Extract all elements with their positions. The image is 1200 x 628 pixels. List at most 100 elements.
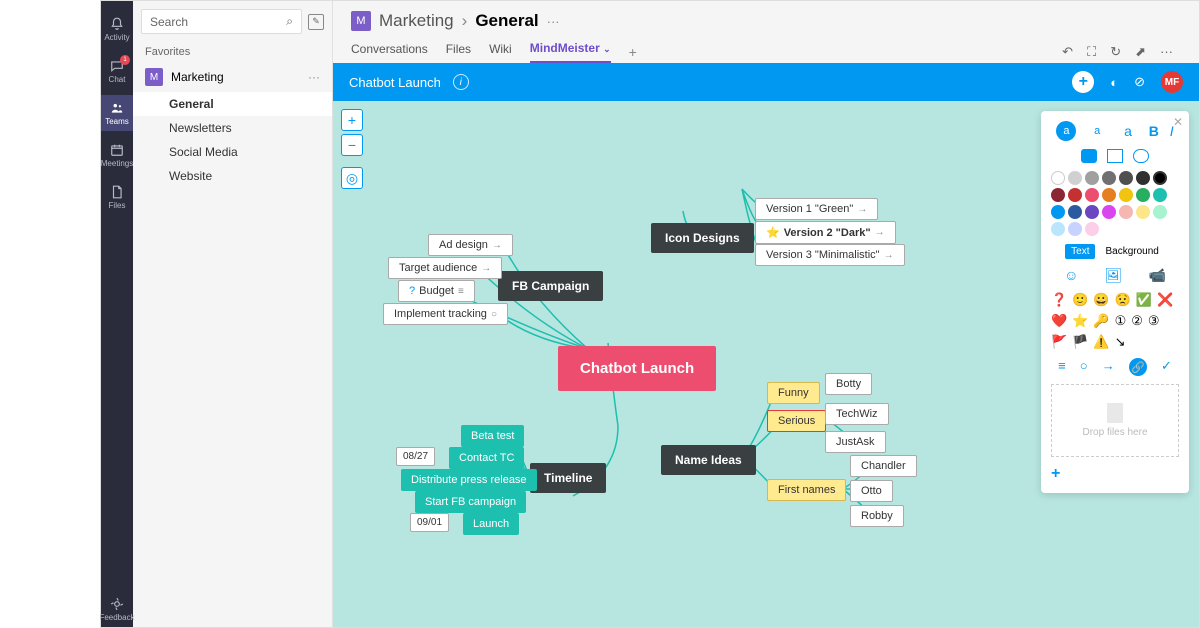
team-row[interactable]: M Marketing ···: [133, 62, 332, 92]
reply-icon[interactable]: ↶: [1062, 44, 1073, 60]
color-swatch[interactable]: [1153, 171, 1167, 185]
color-swatch[interactable]: [1068, 188, 1082, 202]
emoji-option[interactable]: ⭐: [1072, 313, 1088, 329]
emoji-option[interactable]: ❤️: [1051, 313, 1067, 329]
node-otto[interactable]: Otto: [850, 480, 893, 502]
popout-icon[interactable]: ⬈: [1135, 44, 1146, 60]
node-first-names[interactable]: First names: [767, 479, 846, 501]
emoji-option[interactable]: ⚠️: [1093, 334, 1109, 350]
node-techwiz[interactable]: TechWiz: [825, 403, 889, 425]
channel-more-icon[interactable]: ···: [547, 14, 560, 29]
file-drop-zone[interactable]: Drop files here: [1051, 384, 1179, 457]
emoji-option[interactable]: ❓: [1051, 292, 1067, 308]
node-serious[interactable]: Serious: [767, 410, 826, 432]
user-avatar[interactable]: MF: [1161, 71, 1183, 93]
font-size-med[interactable]: a: [1087, 121, 1107, 141]
tab-wiki[interactable]: Wiki: [489, 42, 512, 62]
node-botty[interactable]: Botty: [825, 373, 872, 395]
node-version-1[interactable]: Version 1 "Green"→: [755, 198, 878, 220]
font-size-large[interactable]: a: [1118, 121, 1138, 141]
node-timeline[interactable]: Timeline: [530, 463, 606, 493]
node-start-fb[interactable]: Start FB campaign: [415, 491, 526, 513]
rail-files[interactable]: Files: [101, 179, 133, 215]
node-contact-tc[interactable]: Contact TC: [449, 447, 524, 469]
node-funny[interactable]: Funny: [767, 382, 820, 404]
shape-rect[interactable]: [1107, 149, 1123, 163]
mindmap-canvas[interactable]: + − ◎ Chatbot Launch FB Campaign Ad desi…: [333, 101, 1199, 627]
channel-newsletters[interactable]: Newsletters: [133, 116, 332, 140]
font-size-small[interactable]: a: [1056, 121, 1076, 141]
node-date-1[interactable]: 08/27: [396, 447, 435, 466]
emoji-option[interactable]: ❌: [1157, 292, 1173, 308]
video-icon[interactable]: 📹: [1148, 267, 1165, 284]
color-swatch[interactable]: [1102, 188, 1116, 202]
rail-chat[interactable]: Chat 1: [101, 53, 133, 89]
rel-arrow-icon[interactable]: →: [1102, 358, 1115, 376]
close-icon[interactable]: ✕: [1173, 115, 1183, 129]
node-justask[interactable]: JustAsk: [825, 431, 886, 453]
color-swatch[interactable]: [1068, 222, 1082, 236]
color-swatch[interactable]: [1102, 205, 1116, 219]
rel-circle-icon[interactable]: ○: [1080, 358, 1088, 376]
rail-meetings[interactable]: Meetings: [101, 137, 133, 173]
emoji-option[interactable]: ✅: [1136, 292, 1152, 308]
emoji-option[interactable]: 😟: [1115, 292, 1131, 308]
apply-background[interactable]: Background: [1099, 244, 1164, 259]
color-swatch[interactable]: [1153, 205, 1167, 219]
node-chandler[interactable]: Chandler: [850, 455, 917, 477]
rail-activity[interactable]: Activity: [101, 11, 133, 47]
zoom-out-button[interactable]: −: [341, 134, 363, 156]
color-swatch[interactable]: [1119, 171, 1133, 185]
color-swatch[interactable]: [1119, 205, 1133, 219]
color-swatch[interactable]: [1136, 205, 1150, 219]
node-beta-test[interactable]: Beta test: [461, 425, 524, 447]
color-swatch[interactable]: [1051, 205, 1065, 219]
node-ad-design[interactable]: Ad design→: [428, 234, 513, 256]
tab-overflow-icon[interactable]: ···: [1160, 44, 1173, 60]
zoom-in-button[interactable]: +: [341, 109, 363, 131]
channel-general[interactable]: General: [133, 92, 332, 116]
compose-button[interactable]: ✎: [308, 14, 324, 30]
rel-link-icon[interactable]: 🔗: [1129, 358, 1147, 376]
color-swatch[interactable]: [1051, 222, 1065, 236]
rel-check-icon[interactable]: ✓: [1161, 358, 1172, 376]
add-node-button[interactable]: +: [1072, 71, 1094, 93]
color-swatch[interactable]: [1068, 171, 1082, 185]
recenter-button[interactable]: ◎: [341, 167, 363, 189]
color-swatch[interactable]: [1136, 171, 1150, 185]
present-icon[interactable]: ◐: [1110, 75, 1118, 90]
team-more-icon[interactable]: ···: [308, 70, 320, 84]
node-name-ideas[interactable]: Name Ideas: [661, 445, 756, 475]
rail-feedback[interactable]: Feedback: [101, 591, 133, 627]
apply-text[interactable]: Text: [1065, 244, 1095, 259]
color-swatch[interactable]: [1068, 205, 1082, 219]
color-swatch[interactable]: [1085, 188, 1099, 202]
node-central[interactable]: Chatbot Launch: [558, 346, 716, 391]
node-robby[interactable]: Robby: [850, 505, 904, 527]
node-budget[interactable]: ?Budget≡: [398, 280, 475, 302]
block-icon[interactable]: ⊘: [1134, 74, 1145, 90]
node-fb-campaign[interactable]: FB Campaign: [498, 271, 603, 301]
node-version-2[interactable]: ⭐Version 2 "Dark"→: [755, 221, 896, 244]
emoji-option[interactable]: 🙂: [1072, 292, 1088, 308]
rail-teams[interactable]: Teams: [101, 95, 133, 131]
node-implement-tracking[interactable]: Implement tracking○: [383, 303, 508, 325]
emoji-option[interactable]: 🏴: [1072, 334, 1088, 350]
info-icon[interactable]: i: [453, 74, 469, 90]
tab-mindmeister[interactable]: MindMeister ⌄: [530, 41, 611, 63]
emoji-option[interactable]: ②: [1131, 313, 1143, 329]
expand-icon[interactable]: ⛶: [1087, 44, 1096, 60]
bold-button[interactable]: B: [1149, 123, 1159, 139]
image-icon[interactable]: 🖼: [1105, 267, 1123, 284]
color-swatch[interactable]: [1153, 188, 1167, 202]
emoji-option[interactable]: 🚩: [1051, 334, 1067, 350]
panel-add-button[interactable]: +: [1051, 465, 1060, 482]
emoji-option[interactable]: 😀: [1093, 292, 1109, 308]
color-swatch[interactable]: [1119, 188, 1133, 202]
node-icon-designs[interactable]: Icon Designs: [651, 223, 754, 253]
node-target-audience[interactable]: Target audience→: [388, 257, 502, 279]
tab-files[interactable]: Files: [446, 42, 471, 62]
emoji-icon[interactable]: ☺: [1064, 267, 1078, 284]
channel-social-media[interactable]: Social Media: [133, 140, 332, 164]
color-swatch[interactable]: [1085, 222, 1099, 236]
